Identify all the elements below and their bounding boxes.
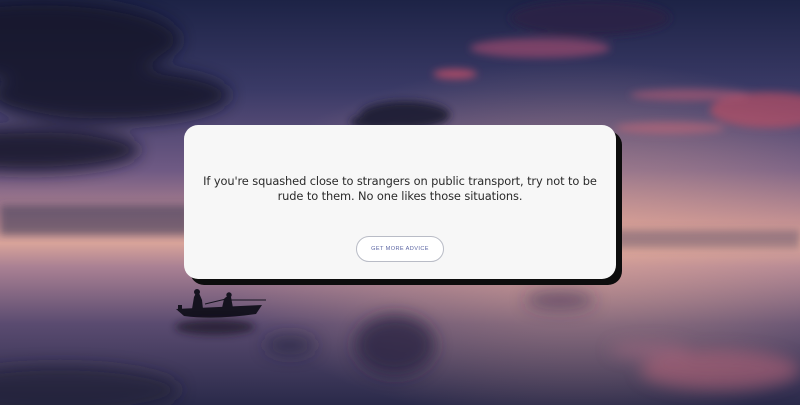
get-more-advice-button[interactable]: GET MORE ADVICE xyxy=(356,236,444,262)
advice-text: If you're squashed close to strangers on… xyxy=(203,174,597,203)
advice-card: If you're squashed close to strangers on… xyxy=(184,125,616,279)
